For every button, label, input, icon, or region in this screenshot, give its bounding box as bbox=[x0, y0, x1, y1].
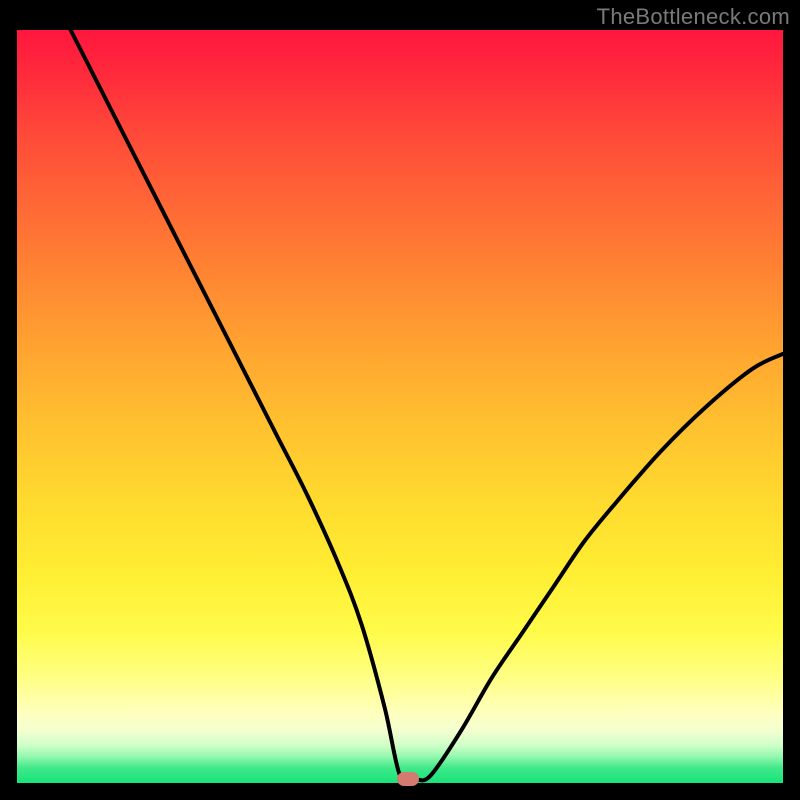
watermark-text: TheBottleneck.com bbox=[597, 4, 790, 30]
plot-area bbox=[17, 30, 783, 783]
curve-svg bbox=[17, 30, 783, 783]
chart-stage: TheBottleneck.com bbox=[0, 0, 800, 800]
minimum-marker bbox=[397, 772, 419, 786]
bottleneck-curve bbox=[71, 30, 783, 782]
